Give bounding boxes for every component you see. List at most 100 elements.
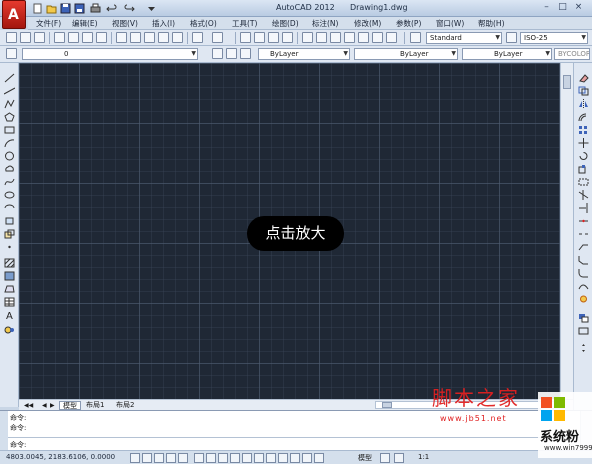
tab-layout1[interactable]: 布局1 — [83, 401, 107, 410]
properties-icon[interactable] — [302, 32, 313, 43]
workspace-button[interactable] — [314, 453, 324, 463]
break-at-point-icon[interactable] — [578, 216, 589, 226]
draworder-icon[interactable] — [578, 313, 589, 323]
plot-preview-icon[interactable] — [68, 32, 79, 43]
undo-toolbar-icon[interactable] — [192, 32, 203, 43]
chamfer-icon[interactable] — [578, 255, 589, 265]
autocad-logo[interactable]: A — [2, 0, 26, 29]
ellipse-icon[interactable] — [4, 190, 15, 200]
quick-view-layouts-button[interactable] — [380, 453, 390, 463]
polar-tracking-button[interactable] — [178, 453, 188, 463]
spline-icon[interactable] — [4, 177, 15, 187]
new-file-icon[interactable] — [32, 3, 43, 14]
selection-cycling-button[interactable] — [290, 453, 300, 463]
polygon-icon[interactable] — [4, 112, 15, 122]
dynamic-ucs-button[interactable] — [230, 453, 240, 463]
text-style-select[interactable]: Standard ▼ — [426, 32, 502, 44]
copy-object-icon[interactable] — [578, 86, 589, 96]
move-icon[interactable] — [578, 138, 589, 148]
horizontal-scroll-thumb[interactable] — [382, 402, 392, 408]
plot-icon[interactable] — [54, 32, 65, 43]
layer-select[interactable]: 0 ▼ — [22, 48, 198, 60]
arc-icon[interactable] — [4, 138, 15, 148]
publish-icon[interactable] — [82, 32, 93, 43]
layer-walk-icon[interactable] — [578, 326, 589, 336]
break-icon[interactable] — [578, 229, 589, 239]
print-icon[interactable] — [90, 3, 101, 14]
explode-icon[interactable] — [578, 294, 589, 304]
dim-style-select[interactable]: ISO-25 ▼ — [520, 32, 588, 44]
scale-icon[interactable] — [578, 164, 589, 174]
pan-icon[interactable] — [240, 32, 251, 43]
ellipse-arc-icon[interactable] — [4, 203, 15, 213]
coordinate-readout[interactable]: 4803.0045, 2183.6106, 0.0000 — [6, 453, 115, 461]
erase-icon[interactable] — [578, 73, 589, 83]
ortho-mode-button[interactable] — [166, 453, 176, 463]
quick-properties-button[interactable] — [278, 453, 288, 463]
open-icon[interactable] — [20, 32, 31, 43]
fillet-icon[interactable] — [578, 268, 589, 278]
layer-states-icon[interactable] — [240, 48, 251, 59]
multiline-text-icon[interactable]: A — [4, 310, 15, 320]
vertical-scroll-thumb[interactable] — [563, 75, 571, 89]
menu-edit[interactable]: 编辑(E) — [72, 18, 98, 29]
mirror-icon[interactable] — [578, 99, 589, 109]
vertical-scrollbar[interactable] — [560, 63, 573, 399]
paste-icon[interactable] — [144, 32, 155, 43]
save-icon[interactable] — [60, 3, 71, 14]
redo-toolbar-icon[interactable] — [212, 32, 223, 43]
lineweight-button[interactable] — [254, 453, 264, 463]
gradient-icon[interactable] — [4, 271, 15, 281]
menu-tools[interactable]: 工具(T) — [232, 18, 257, 29]
annotation-scale[interactable]: 1:1 — [418, 453, 429, 461]
zoom-realtime-icon[interactable] — [254, 32, 265, 43]
cut-icon[interactable] — [116, 32, 127, 43]
lineweight-select[interactable]: ByLayer ▼ — [462, 48, 552, 60]
sheet-set-icon[interactable] — [344, 32, 355, 43]
menu-dimension[interactable]: 标注(N) — [312, 18, 338, 29]
markup-icon[interactable] — [358, 32, 369, 43]
menu-help[interactable]: 帮助(H) — [478, 18, 505, 29]
add-selected-icon[interactable] — [4, 325, 15, 335]
infer-constraints-button[interactable] — [130, 453, 140, 463]
make-block-icon[interactable] — [4, 229, 15, 239]
command-prompt[interactable]: 命令: — [10, 440, 26, 450]
circle-icon[interactable] — [4, 151, 15, 161]
rotate-icon[interactable] — [578, 151, 589, 161]
region-icon[interactable] — [4, 284, 15, 294]
menu-insert[interactable]: 插入(I) — [152, 18, 175, 29]
object-snap-button[interactable] — [194, 453, 204, 463]
design-center-icon[interactable] — [316, 32, 327, 43]
maximize-button[interactable]: □ — [556, 2, 569, 13]
zoom-previous-icon[interactable] — [282, 32, 293, 43]
transparency-button[interactable] — [266, 453, 276, 463]
point-icon[interactable] — [4, 242, 15, 252]
open-file-icon[interactable] — [46, 3, 57, 14]
dim-style-icon[interactable] — [506, 32, 517, 43]
layer-previous-icon[interactable] — [226, 48, 237, 59]
match-properties-icon[interactable] — [158, 32, 169, 43]
model-space-label[interactable]: 模型 — [358, 453, 372, 463]
tab-nav-next-icon[interactable]: ▶ — [47, 401, 58, 410]
hatch-icon[interactable] — [4, 258, 15, 268]
blend-curves-icon[interactable] — [578, 281, 589, 291]
object-snap-tracking-button[interactable] — [218, 453, 228, 463]
redo-icon[interactable] — [124, 3, 135, 14]
tab-nav-first-icon[interactable]: ◀◀ — [21, 401, 36, 410]
pan-realtime-icon[interactable] — [578, 343, 589, 353]
menu-draw[interactable]: 绘图(D) — [272, 18, 299, 29]
rectangle-icon[interactable] — [4, 125, 15, 135]
trim-icon[interactable] — [578, 190, 589, 200]
save-toolbar-icon[interactable] — [34, 32, 45, 43]
layer-manager-icon[interactable] — [6, 48, 17, 59]
menu-window[interactable]: 窗口(W) — [436, 18, 464, 29]
quick-access-dropdown-icon[interactable] — [146, 3, 157, 14]
command-window-grip[interactable] — [0, 411, 8, 451]
stretch-icon[interactable] — [578, 177, 589, 187]
extend-icon[interactable] — [578, 203, 589, 213]
help-icon[interactable] — [386, 32, 397, 43]
make-object-layer-current-icon[interactable] — [212, 48, 223, 59]
quickcalc-icon[interactable] — [372, 32, 383, 43]
menu-format[interactable]: 格式(O) — [190, 18, 217, 29]
annotation-monitor-button[interactable] — [302, 453, 312, 463]
